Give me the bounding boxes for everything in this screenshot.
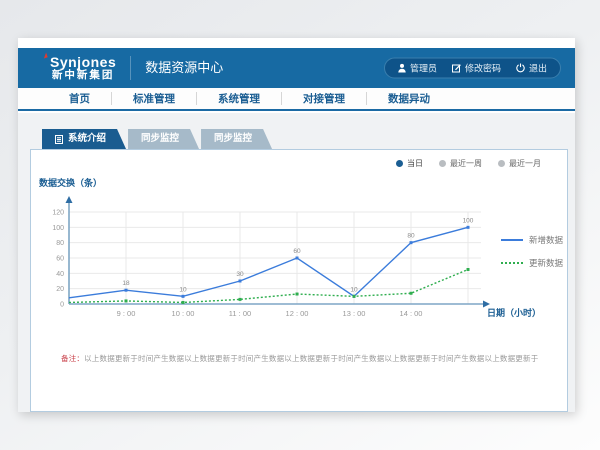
logo-english: Synjones: [50, 55, 116, 70]
data-point-label: 80: [407, 233, 415, 240]
logout-button[interactable]: 退出: [516, 62, 547, 75]
y-tick-label: 20: [56, 286, 64, 293]
time-range-filter: 当日 最近一周 最近一月: [396, 158, 541, 169]
logo-accent-icon: [42, 52, 47, 58]
y-tick-label: 60: [56, 256, 64, 263]
data-point: [125, 299, 128, 302]
legend-line-sample: [501, 239, 523, 241]
filter-option-label: 最近一月: [509, 158, 541, 169]
y-tick-label: 0: [60, 302, 64, 309]
nav-item-2[interactable]: 标准管理: [112, 91, 196, 106]
x-tick-label: 11 : 00: [229, 309, 251, 318]
document-icon: [55, 135, 63, 144]
chart-legend: 新增数据更新数据: [501, 234, 563, 269]
filter-option-label: 当日: [407, 158, 423, 169]
data-point: [410, 292, 413, 295]
legend-label: 新增数据: [529, 234, 563, 246]
data-point: [410, 241, 413, 244]
data-point-label: 30: [236, 271, 244, 278]
y-tick-label: 120: [52, 210, 64, 217]
line-chart: 0 20 40 60 80 100 120 9 : 00 10 : 00 11 : 00 12 : …: [39, 196, 569, 326]
tab-label: 同步监控: [141, 129, 179, 149]
data-point: [182, 301, 185, 304]
user-toolbar: 管理员 修改密码 退出: [384, 58, 561, 79]
page-title: 数据资源中心: [130, 56, 223, 80]
filter-option-2[interactable]: 最近一周: [439, 158, 482, 169]
radio-dot-icon: [498, 160, 505, 167]
data-point: [125, 289, 128, 292]
data-point: [296, 257, 299, 260]
x-tick-label: 13 : 00: [343, 309, 366, 318]
current-user-label: 管理员: [410, 62, 437, 75]
tab-label: 系统介绍: [68, 129, 106, 149]
x-axis-arrow-icon: [483, 301, 490, 308]
tab-bar: 系统介绍 同步监控 同步监控: [42, 129, 575, 149]
y-tick-label: 40: [56, 271, 64, 278]
tab-label: 同步监控: [214, 129, 252, 149]
x-tick-label: 14 : 00: [400, 309, 423, 318]
logo-en-text: Synjones: [50, 54, 116, 70]
data-point: [467, 226, 470, 229]
footer-note: 备注：以上数据更新于时间产生数据以上数据更新于时间产生数据以上数据更新于时间产生…: [61, 354, 551, 365]
footer-note-text: 以上数据更新于时间产生数据以上数据更新于时间产生数据以上数据更新于时间产生数据以…: [84, 354, 538, 363]
filter-option-label: 最近一周: [450, 158, 482, 169]
data-point: [296, 293, 299, 296]
user-icon: [398, 64, 406, 73]
app-header: Synjones 新中新集团 数据资源中心 管理员 修改密码: [18, 48, 575, 88]
logo-chinese: 新中新集团: [50, 70, 116, 82]
x-tick-label: 9 : 00: [117, 309, 136, 318]
app-window: Synjones 新中新集团 数据资源中心 管理员 修改密码: [18, 38, 575, 412]
data-point: [239, 280, 242, 283]
current-user-button[interactable]: 管理员: [398, 62, 437, 75]
tab-2[interactable]: 同步监控: [128, 129, 199, 149]
x-axis-label: 日期（小时）: [487, 307, 541, 318]
filter-option-3[interactable]: 最近一月: [498, 158, 541, 169]
data-point-label: 60: [293, 248, 301, 255]
data-point: [239, 298, 242, 301]
data-point-label: 100: [463, 217, 474, 224]
logo[interactable]: Synjones 新中新集团: [50, 55, 116, 82]
content-panel: 当日 最近一周 最近一月 数据交换（条） 0 20 40 60 80 100 120 9 : 00…: [30, 149, 568, 412]
nav-item-5[interactable]: 数据异动: [367, 91, 451, 106]
change-password-button[interactable]: 修改密码: [452, 62, 501, 75]
content-area: 系统介绍 同步监控 同步监控 当日 最近一周 最近一月 数据交换（条） 0 20 40 60 8…: [18, 113, 575, 412]
y-tick-label: 80: [56, 240, 64, 247]
page-top-strip: [18, 38, 575, 48]
change-password-label: 修改密码: [465, 62, 501, 75]
y-axis-label: 数据交换（条）: [39, 176, 102, 189]
x-tick-label: 10 : 00: [172, 309, 195, 318]
data-point: [467, 268, 470, 271]
power-icon: [516, 64, 525, 73]
logout-label: 退出: [529, 62, 547, 75]
y-tick-label: 100: [52, 225, 64, 232]
filter-option-1[interactable]: 当日: [396, 158, 423, 169]
legend-label: 更新数据: [529, 257, 563, 269]
data-point: [353, 295, 356, 298]
radio-dot-icon: [396, 160, 403, 167]
tab-1[interactable]: 系统介绍: [42, 129, 126, 149]
legend-line-sample: [501, 262, 523, 264]
x-tick-label: 12 : 00: [286, 309, 309, 318]
edit-icon: [452, 64, 461, 73]
tab-3[interactable]: 同步监控: [201, 129, 272, 149]
nav-item-3[interactable]: 系统管理: [197, 91, 281, 106]
footer-note-prefix: 备注：: [61, 354, 84, 363]
nav-item-4[interactable]: 对接管理: [282, 91, 366, 106]
data-point-label: 10: [350, 286, 358, 293]
legend-item-2: 更新数据: [501, 257, 563, 269]
y-axis-arrow-icon: [66, 196, 73, 203]
legend-item-1: 新增数据: [501, 234, 563, 246]
data-point-label: 18: [122, 280, 130, 287]
data-point: [182, 295, 185, 298]
data-point-label: 10: [179, 286, 187, 293]
radio-dot-icon: [439, 160, 446, 167]
main-nav: 首页标准管理系统管理对接管理数据异动: [18, 88, 575, 111]
nav-item-1[interactable]: 首页: [48, 91, 111, 106]
